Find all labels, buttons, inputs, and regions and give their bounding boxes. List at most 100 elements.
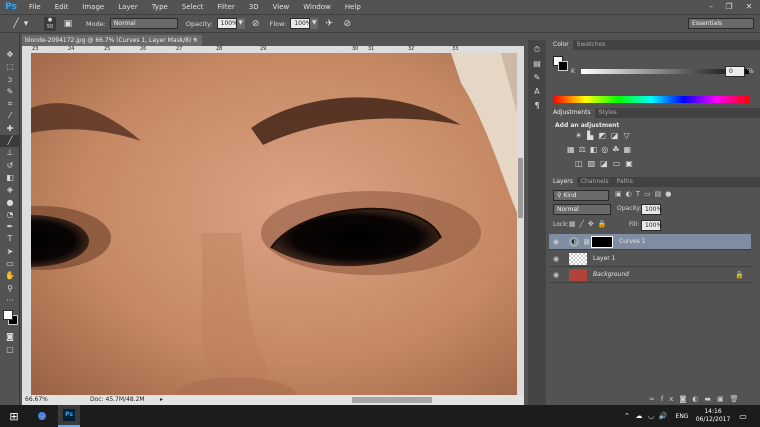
menu-image[interactable]: Image [75,0,111,14]
vibrance-icon[interactable]: ▽ [623,131,634,140]
screen-mode-icon[interactable]: ▢ [0,344,20,356]
properties-panel-icon[interactable]: ▤ [528,57,546,71]
background-color-swatch[interactable] [558,61,568,71]
crop-tool-icon[interactable]: ⌗ [0,98,20,110]
layer-mask-thumbnail[interactable] [591,236,613,248]
quick-select-tool-icon[interactable]: ✎ [0,86,20,98]
menu-view[interactable]: View [266,0,297,14]
adjustment-filter-icon[interactable]: ◐ [626,190,636,198]
visibility-eye-icon[interactable]: ◉ [553,267,563,283]
blur-tool-icon[interactable]: ● [0,197,20,209]
pen-tool-icon[interactable]: ✒ [0,221,20,233]
layer-row-background[interactable]: ◉ Background 🔒 [549,267,751,283]
move-tool-icon[interactable]: ✥ [0,49,20,61]
type-filter-icon[interactable]: T [636,190,644,198]
zoom-level[interactable]: 66.67% [25,395,48,405]
tab-styles[interactable]: Styles [595,108,621,118]
new-adjustment-icon[interactable]: ◐ [692,395,704,403]
pressure-size-icon[interactable]: ⊘ [341,18,353,30]
foreground-color-swatch[interactable] [3,310,13,321]
path-select-tool-icon[interactable]: ➤ [0,246,20,258]
brush-tool-icon[interactable]: ╱ [0,135,20,148]
brush-tool-icon[interactable]: ╱ [10,18,22,30]
status-menu-icon[interactable]: ▸ [160,395,163,405]
photo-filter-icon[interactable]: ◎ [601,145,612,154]
notifications-icon[interactable]: ▭ [736,405,750,427]
quick-mask-icon[interactable]: ◙ [0,331,20,343]
link-layers-icon[interactable]: ∞ [649,395,661,403]
filter-toggle-icon[interactable]: ● [665,190,675,198]
pixel-filter-icon[interactable]: ▣ [615,190,626,198]
invert-icon[interactable]: ◫ [575,159,588,168]
horizontal-scroll-thumb[interactable] [352,397,432,403]
maximize-icon[interactable]: ❐ [722,1,736,12]
tab-color[interactable]: Color [549,40,573,50]
posterize-icon[interactable]: ▨ [588,159,601,168]
close-document-icon[interactable]: × [193,35,198,46]
brush-size-preset[interactable]: ● 50 [44,16,56,31]
character-panel-icon[interactable]: A [528,85,546,99]
show-hidden-icons[interactable]: ⌃ [622,405,632,427]
workspace-select[interactable]: Essentials [688,18,754,29]
chevron-down-icon[interactable]: ▾ [22,18,30,30]
new-group-icon[interactable]: ▬ [704,395,717,403]
lock-position-icon[interactable]: ✥ [588,220,598,228]
hue-saturation-icon[interactable]: ▦ [567,145,579,154]
menu-select[interactable]: Select [175,0,211,14]
eyedropper-tool-icon[interactable]: ⁄ [0,110,20,122]
document-canvas[interactable] [31,53,517,395]
document-tab[interactable]: blonde-2094172.jpg @ 66.7% (Curves 1, La… [22,35,202,46]
volume-icon[interactable]: 🔊 [658,405,668,427]
threshold-icon[interactable]: ◪ [600,159,613,168]
k-value-input[interactable]: 0 [725,66,745,77]
close-icon[interactable]: ✕ [742,1,756,12]
more-tools-icon[interactable]: ··· [0,295,20,307]
lock-all-icon[interactable]: 🔒 [598,220,611,228]
menu-type[interactable]: Type [145,0,175,14]
vertical-scrollbar[interactable] [517,53,524,395]
vertical-scroll-thumb[interactable] [518,158,523,218]
brush-panel-icon[interactable]: ▣ [62,18,74,30]
channel-mixer-icon[interactable]: ☘ [612,145,623,154]
color-lookup-icon[interactable]: ▦ [623,145,635,154]
pressure-opacity-icon[interactable]: ⊘ [250,18,262,30]
layer-row-layer1[interactable]: ◉ Layer 1 [549,251,751,267]
color-balance-icon[interactable]: ⚖ [579,145,590,154]
menu-help[interactable]: Help [338,0,368,14]
shape-filter-icon[interactable]: ▭ [644,190,655,198]
clone-stamp-tool-icon[interactable]: ⊥ [0,147,20,159]
history-brush-tool-icon[interactable]: ↺ [0,160,20,172]
wifi-icon[interactable]: ◡ [646,405,656,427]
menu-filter[interactable]: Filter [210,0,241,14]
menu-file[interactable]: File [22,0,48,14]
language-indicator[interactable]: ENG [672,405,692,427]
new-layer-icon[interactable]: ▣ [717,395,730,403]
tab-paths[interactable]: Paths [613,177,637,187]
levels-icon[interactable]: ▙ [587,131,598,140]
minimize-icon[interactable]: – [704,1,718,12]
clock[interactable]: 14:16 06/12/2017 [696,405,731,427]
menu-edit[interactable]: Edit [48,0,76,14]
marquee-tool-icon[interactable]: ⬚ [0,61,20,73]
tab-swatches[interactable]: Swatches [573,40,610,50]
menu-layer[interactable]: Layer [111,0,145,14]
doc-size-info[interactable]: Doc: 45.7M/48.2M [90,395,145,405]
menu-window[interactable]: Window [296,0,338,14]
k-slider[interactable] [581,69,749,74]
airbrush-icon[interactable]: ✈ [323,18,335,30]
dodge-tool-icon[interactable]: ◔ [0,209,20,221]
black-white-icon[interactable]: ◧ [590,145,602,154]
fill-input[interactable]: 100% [641,220,662,231]
rectangle-tool-icon[interactable]: ▭ [0,258,20,270]
fx-icon[interactable]: fx [661,395,680,403]
brightness-icon[interactable]: ☀ [575,131,587,140]
menu-3d[interactable]: 3D [242,0,266,14]
eraser-tool-icon[interactable]: ◧ [0,172,20,184]
smart-filter-icon[interactable]: ▤ [655,190,666,198]
healing-brush-tool-icon[interactable]: ✚ [0,123,20,135]
opacity-input[interactable]: 100% [216,18,238,29]
exposure-icon[interactable]: ◪ [611,131,624,140]
lock-brush-icon[interactable]: ╱ [580,220,588,228]
lasso-tool-icon[interactable]: ↄ [0,74,20,86]
tab-layers[interactable]: Layers [549,177,577,187]
